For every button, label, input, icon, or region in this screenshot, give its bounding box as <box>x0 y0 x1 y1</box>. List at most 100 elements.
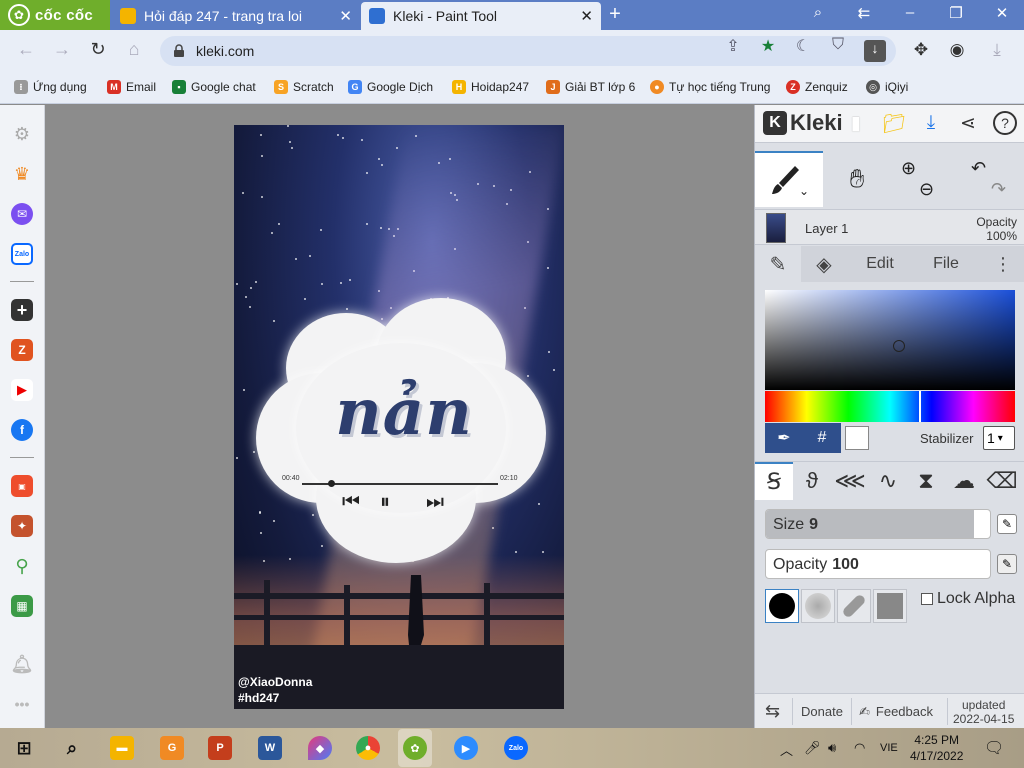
layer-row[interactable]: Layer 1 Opacity 100% <box>755 209 1024 245</box>
powerpoint-icon[interactable]: P <box>208 736 232 760</box>
new-tab-button[interactable]: + <box>604 3 626 26</box>
tab-edit[interactable]: Edit <box>847 246 913 282</box>
extensions-icon[interactable]: ✥ <box>910 40 932 60</box>
artwork-canvas[interactable]: nản 00:40 02:10 ⏮ ⏸ ⏭ @XiaoDonna #hd247 <box>234 125 564 709</box>
round-tip-button[interactable] <box>765 589 799 623</box>
bookmark-apps[interactable]: ⁝ Ứng dụng <box>14 80 87 94</box>
more-vertical-icon[interactable]: ⋮ <box>981 246 1024 282</box>
tab-kleki[interactable]: Kleki - Paint Tool ✕ <box>361 2 601 30</box>
chisel-tip-button[interactable] <box>837 589 871 623</box>
home-icon[interactable]: ⌂ <box>122 39 146 60</box>
pixel-brush-button[interactable]: ∿ <box>869 462 907 500</box>
search-icon[interactable]: ⌕ <box>60 736 84 760</box>
bookmark-star-icon[interactable]: ★ <box>757 36 779 56</box>
youtube-icon[interactable]: ▶ <box>11 379 33 401</box>
shopee-icon[interactable]: ▣ <box>11 475 33 497</box>
eraser-button[interactable]: ⌫ <box>983 462 1021 500</box>
coccoc-brand[interactable]: ✿ cốc cốc <box>0 0 110 30</box>
microphone-icon[interactable]: 🎤︎ <box>804 740 821 756</box>
chemy-brush-button[interactable]: ⧗ <box>907 462 945 500</box>
tab-brush[interactable]: ✎ <box>755 246 801 282</box>
crown-icon[interactable]: ♛ <box>11 163 33 185</box>
add-icon[interactable]: + <box>11 299 33 321</box>
smudge-brush-button[interactable]: ☁ <box>945 462 983 500</box>
blend-brush-button[interactable]: ϑ <box>793 462 831 500</box>
facebook-icon[interactable]: f <box>11 419 33 441</box>
foxit-icon[interactable]: G <box>160 736 184 760</box>
hue-slider[interactable] <box>765 391 1015 422</box>
bookmark-google-chat[interactable]: ▪ Google chat <box>172 80 256 94</box>
notification-center-icon[interactable]: 🗨︎ <box>984 738 1004 758</box>
bookmark-zenquiz[interactable]: Z Zenquiz <box>786 80 848 94</box>
save-download-icon[interactable]: ⤓ <box>918 112 944 134</box>
zoom-icon[interactable]: ▶ <box>454 736 478 760</box>
forward-icon[interactable]: → <box>50 39 74 60</box>
color-picker-knob[interactable] <box>893 340 905 352</box>
messenger-icon[interactable]: ✉ <box>11 203 33 225</box>
chrome-icon[interactable]: ● <box>356 736 380 760</box>
size-pressure-toggle-icon[interactable]: ✎ <box>997 514 1017 534</box>
eyedropper-icon[interactable]: ✒ <box>765 423 803 453</box>
volume-icon[interactable]: 🔊︎ <box>828 740 836 756</box>
bookmark-email[interactable]: M Email <box>107 80 156 94</box>
tray-chevron-up-icon[interactable]: ︿ <box>780 740 793 759</box>
back-icon[interactable]: ← <box>14 39 38 60</box>
new-image-icon[interactable]: ▮ <box>843 112 869 135</box>
feedback-link[interactable]: ✍ Feedback <box>859 694 933 729</box>
sheet-icon[interactable]: ▦ <box>11 595 33 617</box>
map-pin-icon[interactable]: ⚲ <box>11 555 33 577</box>
donate-link[interactable]: Donate <box>801 694 843 729</box>
zoom-in-icon[interactable]: ⊕ <box>901 158 916 179</box>
download-page-icon[interactable]: ↓ <box>864 40 886 62</box>
word-icon[interactable]: W <box>258 736 282 760</box>
undo-icon[interactable]: ↶ <box>971 158 986 179</box>
help-icon[interactable]: ? <box>993 111 1017 135</box>
zoom-out-icon[interactable]: ⊖ <box>919 179 934 200</box>
hue-slider-knob[interactable] <box>919 391 921 422</box>
sketchy-brush-button[interactable]: ⋘ <box>831 462 869 500</box>
share-icon[interactable]: ⋖ <box>955 112 981 135</box>
drawing-canvas-area[interactable]: nản 00:40 02:10 ⏮ ⏸ ⏭ @XiaoDonna #hd247 <box>45 105 754 728</box>
downloads-icon[interactable]: ⤓ <box>986 40 1008 60</box>
stabilizer-select[interactable]: 1 ▾ <box>983 426 1015 450</box>
current-color-swatch[interactable] <box>845 426 869 450</box>
game-icon[interactable]: ✦ <box>11 515 33 537</box>
opacity-pressure-toggle-icon[interactable]: ✎ <box>997 554 1017 574</box>
settings-gear-icon[interactable]: ⚙ <box>11 123 33 145</box>
kleki-logo[interactable]: K Kleki <box>763 110 843 136</box>
restore-button[interactable]: ❐ <box>944 4 968 22</box>
more-icon[interactable]: ••• <box>11 693 33 715</box>
color-saturation-value-picker[interactable] <box>765 290 1015 390</box>
clock[interactable]: 4:25 PM 4/17/2022 <box>910 732 963 764</box>
close-window-button[interactable]: ✕ <box>990 4 1014 22</box>
zenquiz-sidebar-icon[interactable]: Z <box>11 339 33 361</box>
pen-brush-button[interactable]: Ꞩ <box>755 462 793 500</box>
bookmark-google-dich[interactable]: G Google Dịch <box>348 80 433 94</box>
tab-hoidap247[interactable]: Hỏi đáp 247 - trang tra loi ✕ <box>112 2 360 30</box>
bookmark-giai-bt[interactable]: J Giải BT lớp 6 <box>546 80 635 94</box>
zalo-icon[interactable]: Zalo <box>11 243 33 265</box>
square-tip-button[interactable] <box>873 589 907 623</box>
zalo-taskbar-icon[interactable]: Zalo <box>504 736 528 760</box>
coccoc-taskbar-button[interactable]: ✿ <box>398 729 432 767</box>
dark-mode-icon[interactable]: ☾ <box>792 36 814 56</box>
swap-side-icon[interactable]: ⇆ <box>765 694 780 729</box>
tab-file[interactable]: File <box>913 246 979 282</box>
hex-input-button[interactable]: # <box>803 423 841 453</box>
paint-app-icon[interactable]: ◆ <box>308 736 332 760</box>
hand-tool-button[interactable]: ✋︎ <box>823 151 891 207</box>
share-icon[interactable]: ⇪ <box>722 36 744 56</box>
bookmark-scratch[interactable]: S Scratch <box>274 80 334 94</box>
size-slider[interactable]: Size 9 <box>765 509 991 539</box>
redo-icon[interactable]: ↷ <box>991 179 1006 200</box>
bookmark-tu-hoc[interactable]: ● Tự học tiếng Trung <box>650 80 770 94</box>
windows-start-icon[interactable]: ⊞ <box>12 736 36 760</box>
opacity-slider[interactable]: Opacity 100 <box>765 549 991 579</box>
minimize-button[interactable]: – <box>898 4 922 21</box>
network-icon[interactable]: ◠ <box>854 740 865 756</box>
language-indicator[interactable]: VIE <box>880 742 898 754</box>
tab-close-icon[interactable]: ✕ <box>580 7 593 25</box>
lock-alpha-checkbox[interactable]: Lock Alpha <box>921 590 1015 608</box>
brush-tool-button[interactable]: ⌄ <box>755 151 823 207</box>
bookmark-iqiyi[interactable]: ◎ iQiyi <box>866 80 908 94</box>
